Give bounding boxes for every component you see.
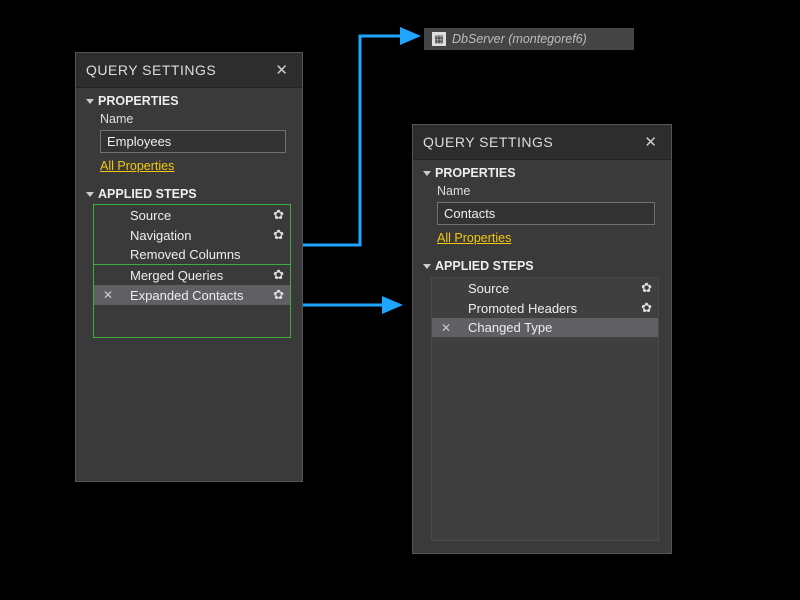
step-label: Changed Type (456, 320, 552, 335)
applied-step[interactable]: Source ✿ (432, 278, 658, 298)
step-label: Merged Queries (118, 268, 223, 283)
gear-icon[interactable]: ✿ (273, 267, 284, 283)
query-settings-panel-contacts: QUERY SETTINGS ✕ PROPERTIES Name All Pro… (412, 124, 672, 554)
step-label: Expanded Contacts (118, 288, 243, 303)
all-properties-link[interactable]: All Properties (86, 157, 174, 181)
panel-header: QUERY SETTINGS ✕ (413, 125, 671, 160)
properties-label: PROPERTIES (98, 94, 179, 108)
applied-steps-label: APPLIED STEPS (98, 187, 197, 201)
gear-icon[interactable]: ✿ (273, 227, 284, 243)
delete-icon[interactable]: ✕ (102, 288, 114, 302)
applied-steps-section-header[interactable]: APPLIED STEPS (86, 187, 292, 201)
applied-step[interactable]: ✕ Expanded Contacts ✿ (94, 285, 290, 305)
all-properties-link[interactable]: All Properties (423, 229, 511, 253)
query-settings-panel-employees: QUERY SETTINGS ✕ PROPERTIES Name All Pro… (75, 52, 303, 482)
step-label: Removed Columns (118, 247, 241, 262)
properties-section-header[interactable]: PROPERTIES (86, 94, 292, 108)
close-icon[interactable]: ✕ (640, 133, 661, 151)
step-label: Source (118, 208, 171, 223)
panel-title: QUERY SETTINGS (423, 134, 553, 150)
panel-header: QUERY SETTINGS ✕ (76, 53, 302, 88)
applied-steps-label: APPLIED STEPS (435, 259, 534, 273)
gear-icon[interactable]: ✿ (641, 280, 652, 296)
database-icon: ▦ (432, 32, 446, 46)
applied-step[interactable]: Promoted Headers ✿ (432, 298, 658, 318)
panel-title: QUERY SETTINGS (86, 62, 216, 78)
applied-step[interactable]: ✕ Changed Type (432, 318, 658, 337)
twisty-down-icon (423, 264, 431, 269)
step-label: Source (456, 281, 509, 296)
gear-icon[interactable]: ✿ (273, 287, 284, 303)
applied-steps-list: Source ✿ Promoted Headers ✿ ✕ Changed Type (431, 277, 659, 541)
properties-section-header[interactable]: PROPERTIES (423, 166, 661, 180)
twisty-down-icon (86, 99, 94, 104)
db-server-node[interactable]: ▦ DbServer (montegoref6) (424, 28, 634, 50)
name-label: Name (423, 180, 661, 200)
applied-steps-list: Source ✿ Navigation ✿ Removed Columns Merged … (94, 205, 290, 337)
properties-label: PROPERTIES (435, 166, 516, 180)
name-label: Name (86, 108, 292, 128)
applied-step[interactable]: Navigation ✿ (94, 225, 290, 245)
twisty-down-icon (86, 192, 94, 197)
gear-icon[interactable]: ✿ (641, 300, 652, 316)
applied-step[interactable]: Merged Queries ✿ (94, 265, 290, 285)
db-server-label: DbServer (montegoref6) (452, 32, 587, 46)
name-input[interactable] (437, 202, 655, 225)
applied-step[interactable]: Removed Columns (94, 245, 290, 265)
twisty-down-icon (423, 171, 431, 176)
step-label: Promoted Headers (456, 301, 577, 316)
delete-icon[interactable]: ✕ (440, 321, 452, 335)
name-input[interactable] (100, 130, 286, 153)
applied-steps-section-header[interactable]: APPLIED STEPS (423, 259, 661, 273)
gear-icon[interactable]: ✿ (273, 207, 284, 223)
close-icon[interactable]: ✕ (271, 61, 292, 79)
step-label: Navigation (118, 228, 191, 243)
applied-step[interactable]: Source ✿ (94, 205, 290, 225)
